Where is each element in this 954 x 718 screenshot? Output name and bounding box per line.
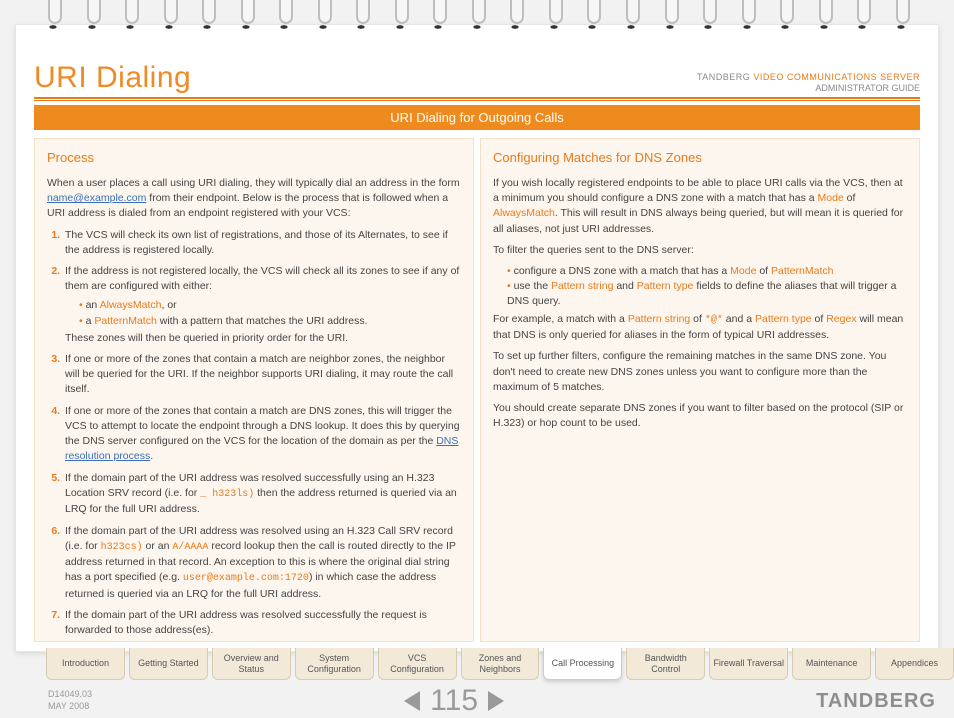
spiral-binding [45,0,909,32]
process-column: Process When a user places a call using … [34,138,474,642]
process-step-6: If the domain part of the URI address wa… [63,524,461,603]
pagination: 115 [404,684,504,718]
process-step-5: If the domain part of the URI address wa… [63,471,461,518]
tab-vcs-configuration[interactable]: VCS Configuration [378,648,457,680]
doc-date: MAY 2008 [48,701,92,713]
process-step-4: If one or more of the zones that contain… [63,404,461,465]
tab-firewall-traversal[interactable]: Firewall Traversal [709,648,788,680]
doc-info: D14049.03 MAY 2008 [48,689,92,712]
tab-overview-and-status[interactable]: Overview and Status [212,648,291,680]
process-step-7: If the domain part of the URI address wa… [63,608,461,638]
header-product: VIDEO COMMUNICATIONS SERVER [753,72,920,82]
process-heading: Process [47,149,461,168]
process-step-2: If the address is not registered locally… [63,264,461,346]
tab-appendices[interactable]: Appendices [875,648,954,680]
process-step-1: The VCS will check its own list of regis… [63,228,461,258]
nav-tabs: IntroductionGetting StartedOverview and … [30,648,954,680]
tab-zones-and-neighbors[interactable]: Zones and Neighbors [461,648,540,680]
prev-page-arrow[interactable] [404,691,420,711]
doc-id: D14049.03 [48,689,92,701]
footer-brand: TANDBERG [816,690,936,713]
page-sheet: URI Dialing TANDBERG VIDEO COMMUNICATION… [15,24,939,652]
header-subtitle: ADMINISTRATOR GUIDE [697,83,920,95]
tab-system-configuration[interactable]: System Configuration [295,648,374,680]
dns-zones-column: Configuring Matches for DNS Zones If you… [480,138,920,642]
example-uri-link[interactable]: name@example.com [47,192,146,204]
tab-bandwidth-control[interactable]: Bandwidth Control [626,648,705,680]
section-banner: URI Dialing for Outgoing Calls [34,105,920,130]
header-right: TANDBERG VIDEO COMMUNICATIONS SERVER ADM… [697,72,920,95]
tab-introduction[interactable]: Introduction [46,648,125,680]
next-page-arrow[interactable] [488,691,504,711]
page-title: URI Dialing [34,61,191,95]
header-brand: TANDBERG [697,72,750,82]
page-number: 115 [430,684,478,718]
dns-zones-heading: Configuring Matches for DNS Zones [493,149,907,168]
tab-call-processing[interactable]: Call Processing [543,648,622,680]
process-step-3: If one or more of the zones that contain… [63,352,461,398]
tab-getting-started[interactable]: Getting Started [129,648,208,680]
tab-maintenance[interactable]: Maintenance [792,648,871,680]
